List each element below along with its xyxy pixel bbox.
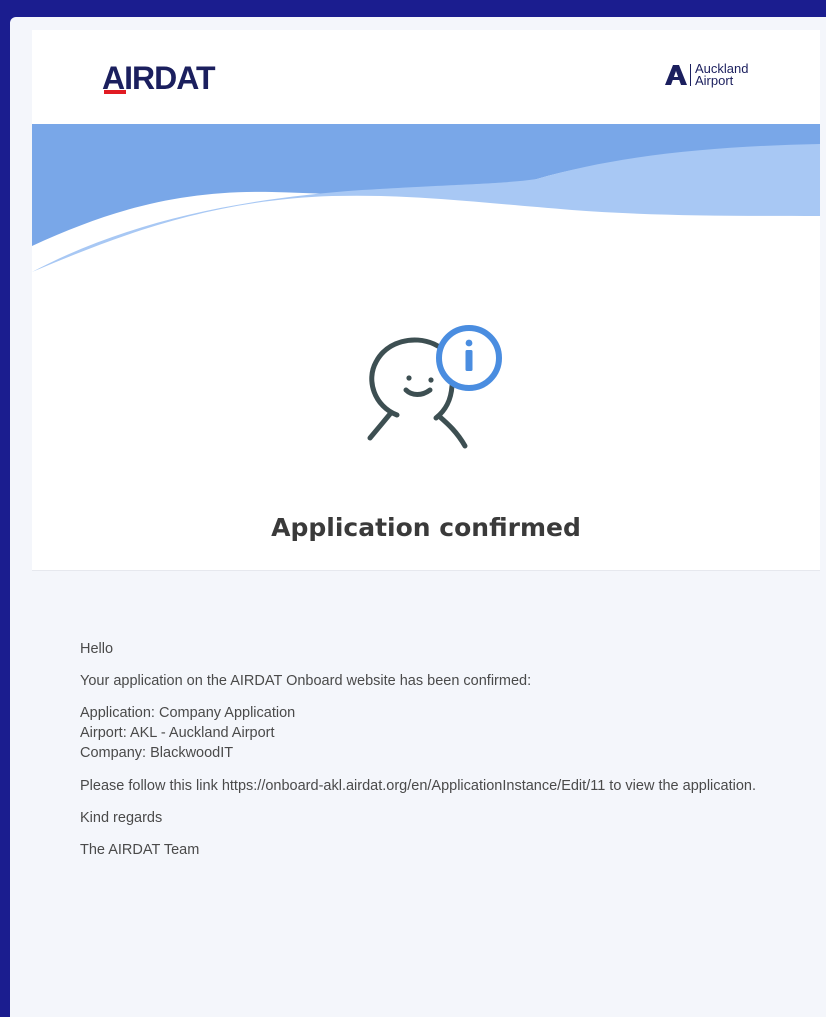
link-prefix: Please follow this link xyxy=(80,778,222,794)
info-icon xyxy=(436,325,502,391)
airdat-logo: AIRDAT xyxy=(102,60,215,97)
email-header: AIRDAT Auckland Airport xyxy=(32,30,820,124)
logo-divider xyxy=(690,64,691,86)
intro-line: Your application on the AIRDAT Onboard w… xyxy=(80,673,532,689)
application-details: Application: Company Application Airport… xyxy=(80,703,780,763)
link-paragraph: Please follow this link https://onboard-… xyxy=(80,776,780,796)
link-suffix: to view the application. xyxy=(605,778,756,794)
greeting: Hello xyxy=(80,641,114,657)
airport-line: Airport: AKL - Auckland Airport xyxy=(80,725,275,741)
auckland-airport-logo: Auckland Airport xyxy=(665,62,748,88)
auckland-airport-wordmark: Auckland Airport xyxy=(695,62,748,88)
email-text: Hello Your application on the AIRDAT Onb… xyxy=(80,639,780,872)
company-line: Company: BlackwoodIT xyxy=(80,745,234,761)
page-title: Application confirmed xyxy=(271,513,581,542)
email-card: AIRDAT Auckland Airport Application conf… xyxy=(32,30,820,1017)
airdat-logo-accent xyxy=(104,90,126,94)
application-line: Application: Company Application xyxy=(80,705,296,721)
closing: Kind regards xyxy=(80,810,163,826)
partner-line-2: Airport xyxy=(695,73,734,88)
signature: The AIRDAT Team xyxy=(80,842,200,858)
confirmation-illustration xyxy=(367,325,502,449)
email-body: Hello Your application on the AIRDAT Onb… xyxy=(32,571,820,1017)
auckland-airport-icon xyxy=(665,65,687,85)
header-wave xyxy=(32,124,820,272)
application-link[interactable]: https://onboard-akl.airdat.org/en/Applic… xyxy=(222,778,605,794)
email-page: AIRDAT Auckland Airport Application conf… xyxy=(10,17,826,1017)
